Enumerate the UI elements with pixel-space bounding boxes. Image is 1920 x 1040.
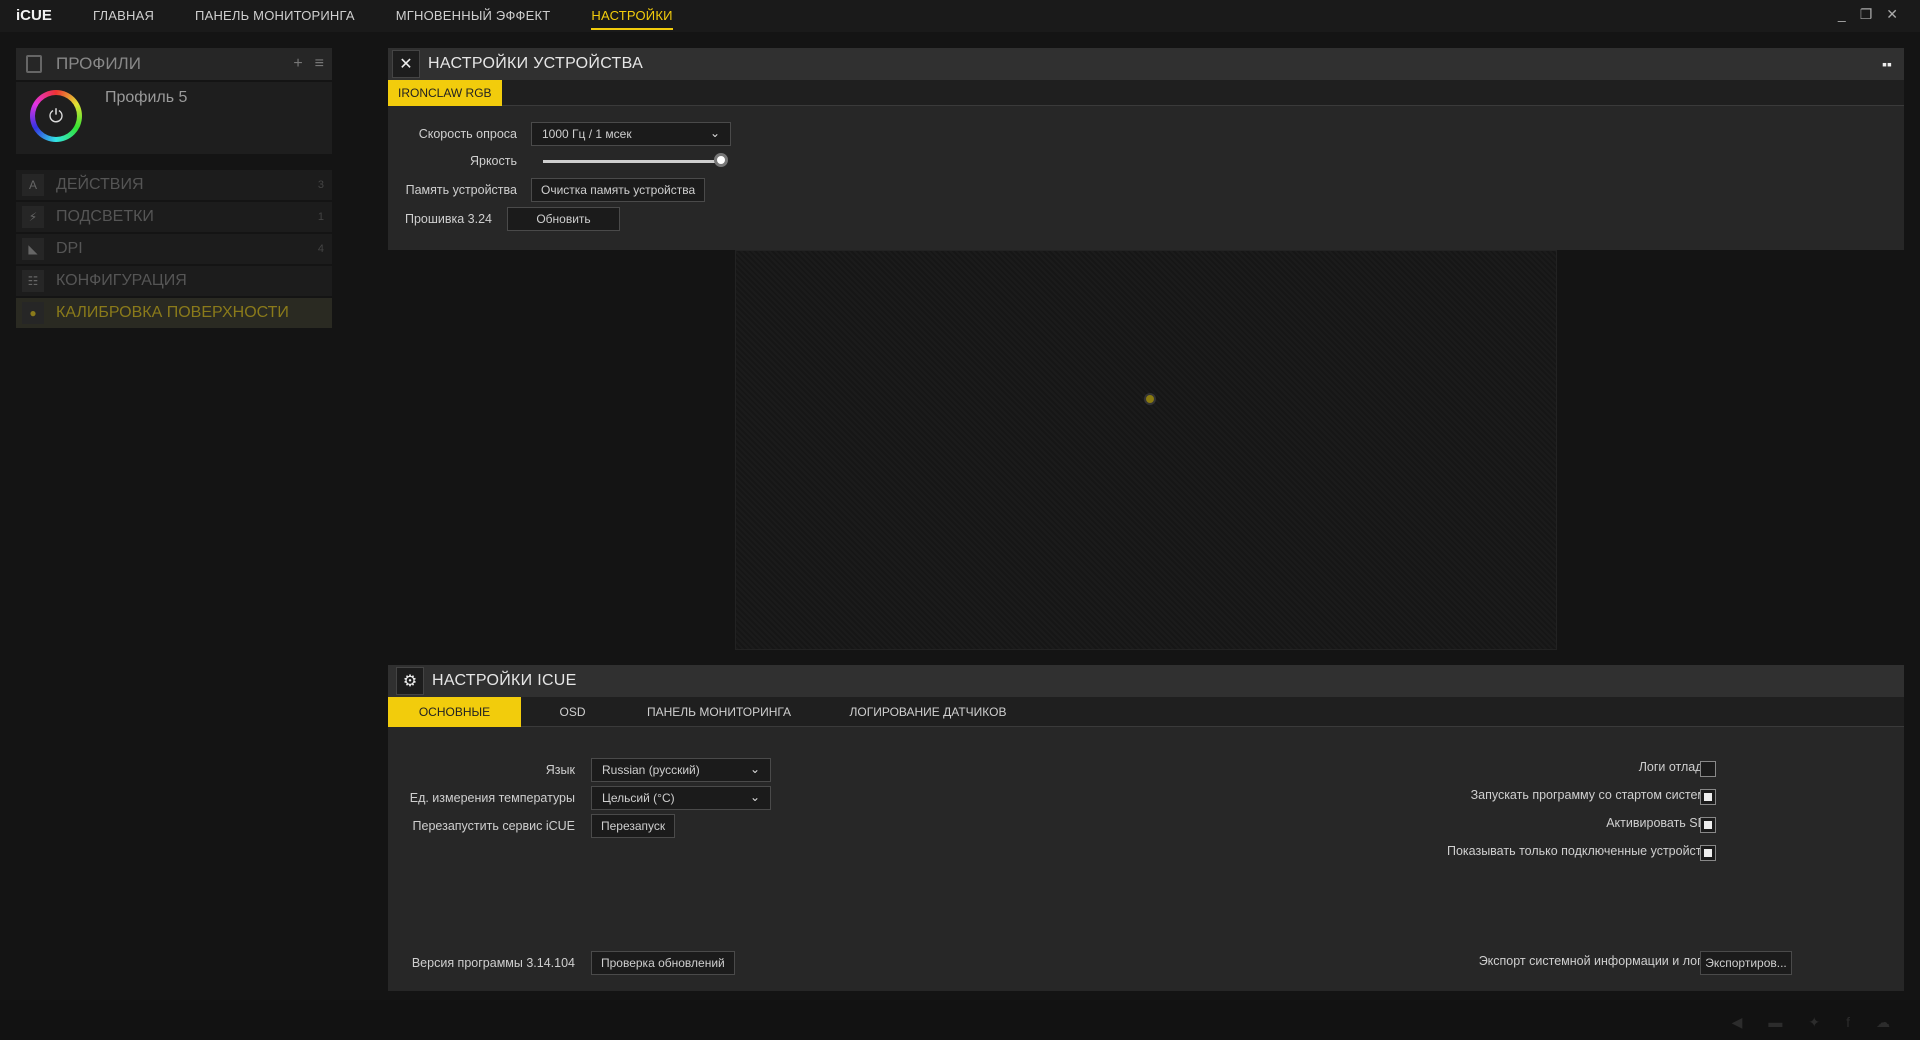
social-links: ◀ ▬ ✦ f ☁ [1732, 1014, 1890, 1031]
profiles-title: ПРОФИЛИ [56, 54, 141, 73]
status-bar [0, 1000, 1920, 1040]
sidebar-item-configuration[interactable]: ☷ КОНФИГУРАЦИЯ [16, 266, 332, 296]
tools-icon: ✕ [392, 50, 420, 78]
device-settings-panel: ✕ НАСТРОЙКИ УСТРОЙСТВА ▪▪ IRONCLAW RGB С… [388, 48, 1904, 250]
share-icon[interactable]: ◀ [1732, 1014, 1743, 1031]
sidebar-item-label: КОНФИГУРАЦИЯ [56, 272, 187, 289]
chat-icon[interactable]: ▬ [1768, 1014, 1782, 1031]
check-mark [1704, 793, 1712, 801]
grid-icon[interactable]: ▪▪ [1882, 56, 1892, 72]
close-icon[interactable]: ✕ [1886, 6, 1898, 23]
temperature-unit-label: Ед. измерения температуры [409, 791, 575, 805]
export-label: Экспорт системной информации и логов [1478, 954, 1715, 968]
restart-button[interactable]: Перезапуск [591, 814, 676, 838]
polling-rate-value: 1000 Гц / 1 мсек [542, 127, 632, 141]
language-label: Язык [545, 763, 575, 777]
restore-icon[interactable]: ❐ [1860, 6, 1873, 23]
connected-only-label: Показывать только подключенные устройств… [1446, 844, 1715, 858]
dpi-icon: ◣ [22, 238, 44, 260]
sidebar-item-surface-calibration[interactable]: ● КАЛИБРОВКА ПОВЕРХНОСТИ [16, 298, 332, 328]
sidebar-item-label: ПОДСВЕТКИ [56, 208, 154, 225]
sidebar-item-lighting[interactable]: ⚡ ПОДСВЕТКИ 1 [16, 202, 332, 232]
sidebar-item-label: КАЛИБРОВКА ПОВЕРХНОСТИ [56, 304, 289, 321]
tab-ironclaw-rgb[interactable]: IRONCLAW RGB [388, 80, 502, 106]
profile-menu-icon[interactable]: ≡ [315, 55, 324, 73]
twitter-icon[interactable]: ✦ [1808, 1014, 1820, 1031]
tab-dashboard[interactable]: ПАНЕЛЬ МОНИТОРИНГА [624, 697, 814, 727]
sidebar: ПРОФИЛИ + ≡ ⏻ Профиль 5 A ДЕЙСТВИЯ 3 ⚡ П… [16, 48, 332, 330]
export-button[interactable]: Экспортиров... [1700, 951, 1792, 975]
power-icon: ⏻ [35, 95, 77, 137]
app-logo: iCUE [16, 7, 52, 24]
icue-settings-title: НАСТРОЙКИ ICUE [432, 672, 577, 689]
autostart-checkbox[interactable] [1700, 789, 1716, 805]
device-memory-label: Память устройства [405, 183, 517, 197]
calibration-icon: ● [22, 302, 44, 324]
check-mark [1704, 849, 1712, 857]
icue-settings-tabs: ОСНОВНЫЕ OSD ПАНЕЛЬ МОНИТОРИНГА ЛОГИРОВА… [388, 697, 1904, 727]
sidebar-item-count: 3 [317, 179, 324, 191]
temperature-unit-dropdown[interactable]: Цельсий (°C) ⌄ [591, 786, 771, 810]
main-nav: ГЛАВНАЯ ПАНЕЛЬ МОНИТОРИНГА МГНОВЕННЫЙ ЭФ… [93, 8, 714, 30]
lightning-icon: ⚡ [22, 206, 44, 228]
sdk-label: Активировать SDK [1606, 816, 1715, 830]
device-settings-title: НАСТРОЙКИ УСТРОЙСТВА [428, 55, 644, 72]
profiles-header: ПРОФИЛИ + ≡ [16, 48, 332, 80]
debug-logs-checkbox[interactable] [1700, 761, 1716, 777]
connected-only-checkbox[interactable] [1700, 845, 1716, 861]
calibration-point[interactable] [1144, 393, 1156, 405]
minimize-icon[interactable]: _ [1838, 6, 1846, 23]
update-firmware-button[interactable]: Обновить [507, 207, 620, 231]
title-bar: iCUE ГЛАВНАЯ ПАНЕЛЬ МОНИТОРИНГА МГНОВЕНН… [0, 0, 1920, 32]
polling-rate-dropdown[interactable]: 1000 Гц / 1 мсек ⌄ [531, 122, 731, 146]
autostart-label: Запускать программу со стартом системы [1470, 788, 1715, 802]
firmware-label: Прошивка 3.24 [404, 212, 492, 226]
sidebar-item-count: 1 [317, 211, 324, 223]
clear-memory-button[interactable]: Очистка память устройства [531, 178, 706, 202]
profile-avatar: ⏻ [30, 90, 82, 142]
check-mark [1704, 821, 1712, 829]
chevron-down-icon: ⌄ [749, 790, 760, 804]
nav-home[interactable]: ГЛАВНАЯ [93, 8, 154, 30]
tab-sensor-logging[interactable]: ЛОГИРОВАНИЕ ДАТЧИКОВ [814, 697, 1042, 727]
check-updates-button[interactable]: Проверка обновлений [591, 951, 735, 975]
nav-dashboard[interactable]: ПАНЕЛЬ МОНИТОРИНГА [195, 8, 355, 30]
surface-calibration-area[interactable] [735, 250, 1557, 650]
language-dropdown[interactable]: Russian (русский) ⌄ [591, 758, 771, 782]
sidebar-item-label: DPI [56, 240, 83, 257]
chevron-down-icon: ⌄ [749, 762, 760, 776]
brightness-label: Яркость [469, 154, 517, 168]
chevron-down-icon: ⌄ [709, 126, 720, 140]
restart-service-label: Перезапустить сервис iCUE [412, 819, 575, 833]
icue-settings-header: ⚙ НАСТРОЙКИ ICUE [388, 665, 1904, 697]
nav-settings[interactable]: НАСТРОЙКИ [591, 8, 673, 30]
icue-settings-panel: ⚙ НАСТРОЙКИ ICUE ОСНОВНЫЕ OSD ПАНЕЛЬ МОН… [388, 665, 1904, 991]
sidebar-item-count: 4 [317, 243, 324, 255]
temperature-unit-value: Цельсий (°C) [602, 791, 675, 805]
profile-card[interactable]: ⏻ Профиль 5 [16, 82, 332, 154]
tab-general[interactable]: ОСНОВНЫЕ [388, 697, 521, 727]
device-settings-header: ✕ НАСТРОЙКИ УСТРОЙСТВА ▪▪ [388, 48, 1904, 80]
gear-icon: ⚙ [396, 667, 424, 695]
sdk-checkbox[interactable] [1700, 817, 1716, 833]
add-profile-icon[interactable]: + [293, 55, 302, 73]
actions-icon: A [22, 174, 44, 196]
facebook-icon[interactable]: f [1846, 1014, 1850, 1031]
language-value: Russian (русский) [602, 763, 700, 777]
polling-rate-label: Скорость опроса [418, 127, 517, 141]
sidebar-item-actions[interactable]: A ДЕЙСТВИЯ 3 [16, 170, 332, 200]
configuration-icon: ☷ [22, 270, 44, 292]
profiles-icon [26, 55, 42, 73]
version-label: Версия программы 3.14.104 [411, 956, 575, 970]
community-icon[interactable]: ☁ [1876, 1014, 1890, 1031]
sidebar-item-dpi[interactable]: ◣ DPI 4 [16, 234, 332, 264]
brightness-slider-knob[interactable] [714, 153, 728, 167]
profile-name: Профиль 5 [105, 89, 188, 106]
sidebar-item-label: ДЕЙСТВИЯ [56, 176, 144, 193]
nav-instant-lighting[interactable]: МГНОВЕННЫЙ ЭФФЕКТ [396, 8, 551, 30]
tab-osd[interactable]: OSD [521, 697, 624, 727]
window-controls: _ ❐ ✕ [1838, 6, 1898, 23]
brightness-slider-track[interactable] [543, 160, 721, 163]
